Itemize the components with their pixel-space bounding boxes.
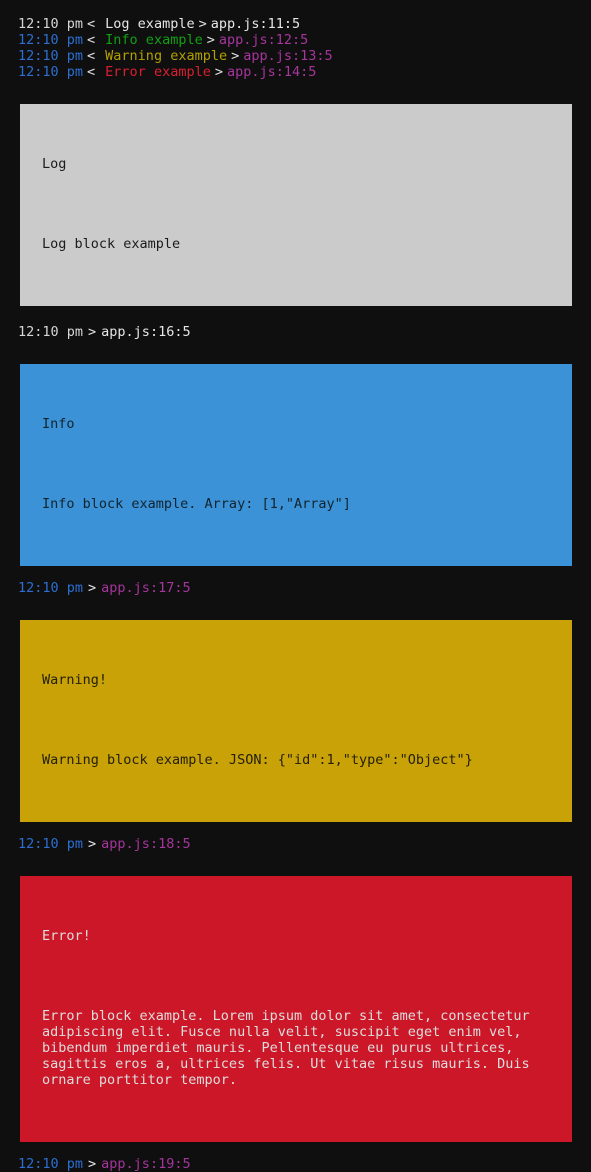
group-body: Warning block example. JSON: {"id":1,"ty…	[42, 752, 473, 768]
group-title: Log	[42, 156, 67, 172]
outbound-arrow-icon: >	[88, 324, 97, 340]
timestamp: 12:10 pm	[18, 32, 84, 48]
console-message: Log example	[105, 16, 195, 32]
timestamp: 12:10 pm	[18, 1156, 84, 1172]
outbound-arrow-icon: >	[231, 48, 240, 64]
source-link[interactable]: app.js:11:5	[211, 16, 300, 32]
console-message: Warning example	[105, 48, 228, 64]
source-link[interactable]: app.js:16:5	[101, 324, 190, 340]
console-line-warning[interactable]: 12:10 pm < Warning example > app.js:13:5	[0, 48, 591, 64]
console-line-source-18[interactable]: 12:10 pm > app.js:18:5	[0, 836, 591, 852]
console-line-error[interactable]: 12:10 pm < Error example > app.js:14:5	[0, 64, 591, 80]
console-group-error[interactable]: Error! Error block example. Lorem ipsum …	[20, 876, 572, 1142]
group-body: Info block example. Array: [1,"Array"]	[42, 496, 351, 512]
timestamp: 12:10 pm	[18, 580, 84, 596]
outbound-arrow-icon: >	[206, 32, 215, 48]
timestamp: 12:10 pm	[18, 64, 84, 80]
group-title: Warning!	[42, 672, 108, 688]
outbound-arrow-icon: >	[88, 836, 97, 852]
outbound-arrow-icon: >	[198, 16, 207, 32]
console-line-log[interactable]: 12:10 pm < Log example > app.js:11:5	[0, 16, 591, 32]
source-link[interactable]: app.js:12:5	[219, 32, 308, 48]
group-title: Error!	[42, 928, 91, 944]
source-link[interactable]: app.js:13:5	[243, 48, 332, 64]
timestamp: 12:10 pm	[18, 16, 84, 32]
timestamp: 12:10 pm	[18, 836, 84, 852]
source-link[interactable]: app.js:14:5	[227, 64, 316, 80]
group-body: Log block example	[42, 236, 181, 252]
console-message: Info example	[105, 32, 203, 48]
console-line-source-19[interactable]: 12:10 pm > app.js:19:5	[0, 1156, 591, 1172]
console-group-info[interactable]: Info Info block example. Array: [1,"Arra…	[20, 364, 572, 566]
inbound-arrow-icon: <	[87, 48, 96, 64]
timestamp: 12:10 pm	[18, 324, 84, 340]
inbound-arrow-icon: <	[87, 64, 96, 80]
console-line-source-17[interactable]: 12:10 pm > app.js:17:5	[0, 580, 591, 596]
outbound-arrow-icon: >	[88, 1156, 97, 1172]
console-group-log[interactable]: Log Log block example	[20, 104, 572, 306]
inbound-arrow-icon: <	[87, 32, 96, 48]
console-line-info[interactable]: 12:10 pm < Info example > app.js:12:5	[0, 32, 591, 48]
group-body: Error block example. Lorem ipsum dolor s…	[42, 1008, 538, 1088]
source-link[interactable]: app.js:19:5	[101, 1156, 190, 1172]
source-link[interactable]: app.js:18:5	[101, 836, 190, 852]
console-group-warning[interactable]: Warning! Warning block example. JSON: {"…	[20, 620, 572, 822]
outbound-arrow-icon: >	[88, 580, 97, 596]
timestamp: 12:10 pm	[18, 48, 84, 64]
console-message: Error example	[105, 64, 211, 80]
group-title: Info	[42, 416, 75, 432]
console-line-source-16[interactable]: 12:10 pm > app.js:16:5	[0, 324, 591, 340]
source-link[interactable]: app.js:17:5	[101, 580, 190, 596]
outbound-arrow-icon: >	[214, 64, 223, 80]
console-output-panel[interactable]: 12:10 pm < Log example > app.js:11:5 12:…	[0, 0, 591, 1172]
inbound-arrow-icon: <	[87, 16, 96, 32]
